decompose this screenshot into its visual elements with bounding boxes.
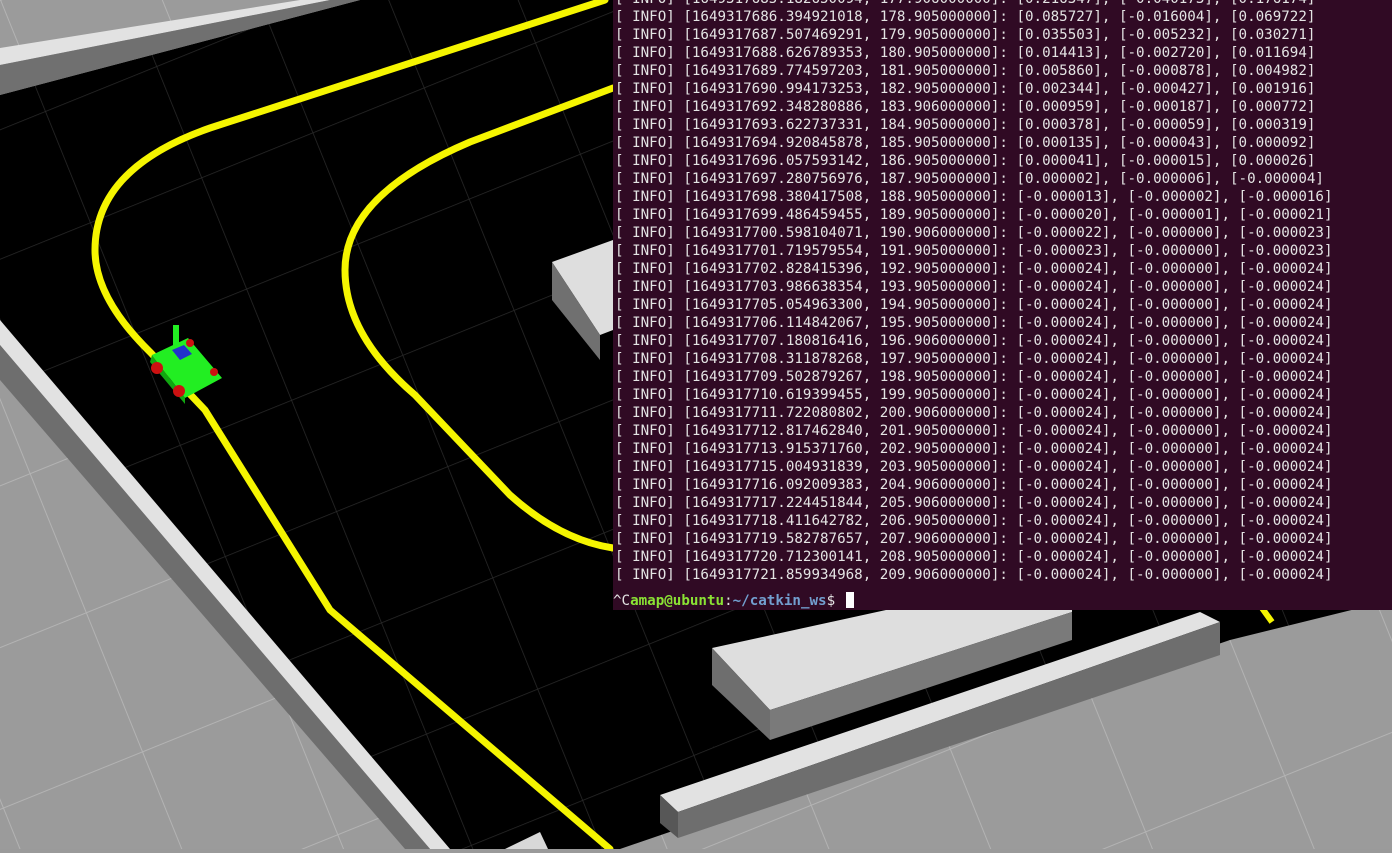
log-line: [ INFO] [1649317713.915371760, 202.90500… <box>615 441 1333 457</box>
prompt-path: ~/catkin_ws <box>732 593 827 609</box>
log-line: [ INFO] [1649317700.598104071, 190.90600… <box>615 225 1333 241</box>
log-line: [ INFO] [1649317719.582787657, 207.90600… <box>615 531 1333 547</box>
robot-wheel-front-left <box>151 362 163 374</box>
terminal-prompt[interactable]: ^Camap@ubuntu:~/catkin_ws$ <box>613 592 854 610</box>
log-line: [ INFO] [1649317707.180816416, 196.90600… <box>615 333 1333 349</box>
log-line: [ INFO] [1649317690.994173253, 182.90500… <box>615 81 1316 97</box>
log-line: [ INFO] [1649317706.114842067, 195.90500… <box>615 315 1333 331</box>
log-line: [ INFO] [1649317696.057593142, 186.90500… <box>615 153 1316 169</box>
log-line: [ INFO] [1649317708.311878268, 197.90500… <box>615 351 1333 367</box>
log-line: [ INFO] [1649317702.828415396, 192.90500… <box>615 261 1333 277</box>
log-line: [ INFO] [1649317717.224451844, 205.90600… <box>615 495 1333 511</box>
log-line: [ INFO] [1649317716.092009383, 204.90600… <box>615 477 1333 493</box>
log-line: [ INFO] [1649317694.920845878, 185.90500… <box>615 135 1316 151</box>
robot-mast <box>173 325 179 345</box>
text-cursor <box>845 592 854 608</box>
log-line: [ INFO] [1649317687.507469291, 179.90500… <box>615 27 1316 43</box>
log-line: [ INFO] [1649317693.622737331, 184.90500… <box>615 117 1316 133</box>
log-line: [ INFO] [1649317686.394921018, 178.90500… <box>615 9 1316 25</box>
log-line: [ INFO] [1649317712.817462840, 201.90500… <box>615 423 1333 439</box>
log-line: [ INFO] [1649317699.486459455, 189.90500… <box>615 207 1333 223</box>
robot-wheel-rear-left <box>173 385 185 397</box>
log-line: [ INFO] [1649317711.722080802, 200.90600… <box>615 405 1333 421</box>
log-line: [ INFO] [1649317685.182650094, 177.90600… <box>615 0 1333 8</box>
log-line: [ INFO] [1649317705.054963300, 194.90500… <box>615 297 1333 313</box>
log-line: [ INFO] [1649317688.626789353, 180.90500… <box>615 45 1316 61</box>
log-line: [ INFO] [1649317720.712300141, 208.90500… <box>615 549 1333 565</box>
log-line: [ INFO] [1649317710.619399455, 199.90500… <box>615 387 1333 403</box>
log-line: [ INFO] [1649317709.502879267, 198.90500… <box>615 369 1333 385</box>
log-line: [ INFO] [1649317689.774597203, 181.90500… <box>615 63 1316 79</box>
log-line: [ INFO] [1649317697.280756976, 187.90500… <box>615 171 1324 187</box>
log-line: [ INFO] [1649317718.411642782, 206.90500… <box>615 513 1333 529</box>
log-line: [ INFO] [1649317701.719579554, 191.90500… <box>615 243 1333 259</box>
prompt-user-host: amap@ubuntu <box>630 593 725 609</box>
log-line: [ INFO] [1649317692.348280886, 183.90600… <box>615 99 1316 115</box>
prompt-interrupt: ^C <box>613 593 631 609</box>
log-line: [ INFO] [1649317698.380417508, 188.90500… <box>615 189 1333 205</box>
log-line: [ INFO] [1649317721.859934968, 209.90600… <box>615 567 1333 583</box>
prompt-symbol: $ <box>826 593 844 609</box>
log-line: [ INFO] [1649317715.004931839, 203.90500… <box>615 459 1333 475</box>
robot-wheel-rear-right <box>210 368 218 376</box>
terminal-log: [ INFO] [1649317685.182650094, 177.90600… <box>615 0 1333 584</box>
log-line: [ INFO] [1649317703.986638354, 193.90500… <box>615 279 1333 295</box>
terminal-window[interactable]: [ INFO] [1649317685.182650094, 177.90600… <box>613 0 1392 610</box>
prompt-separator: : <box>724 593 733 609</box>
robot-wheel-front-right <box>186 339 194 347</box>
